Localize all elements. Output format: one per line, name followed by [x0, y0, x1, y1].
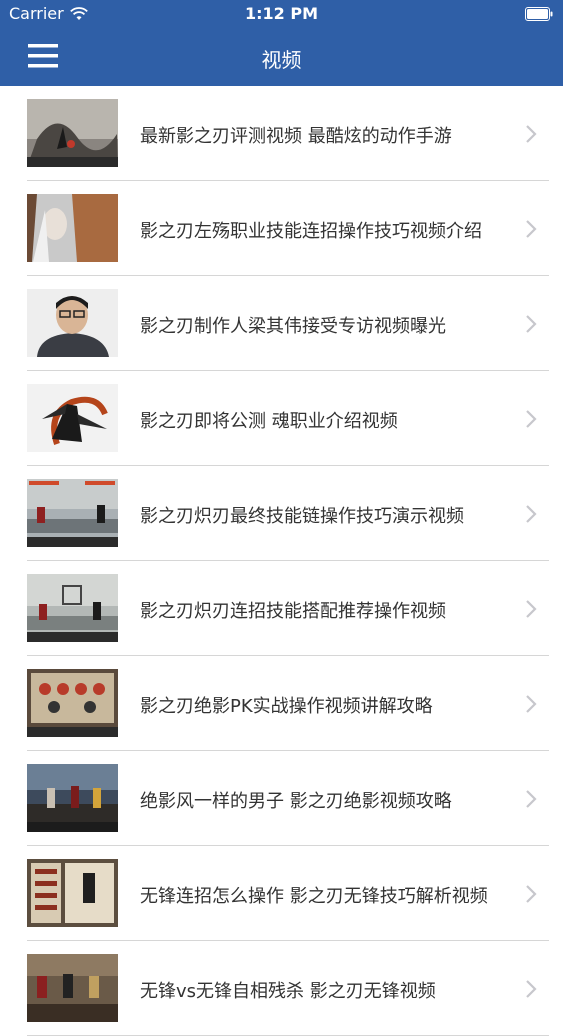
status-time: 1:12 PM: [244, 4, 318, 23]
chevron-right-icon: [526, 410, 537, 428]
video-thumbnail: [27, 194, 118, 262]
chevron-right-icon: [526, 980, 537, 998]
video-list-item[interactable]: 影之刃制作人梁其伟接受专访视频曝光: [0, 276, 563, 371]
video-thumbnail: [27, 954, 118, 1022]
chevron-right-icon: [526, 600, 537, 618]
video-title: 影之刃左殇职业技能连招操作技巧视频介绍: [140, 221, 482, 242]
battery-icon: [525, 7, 553, 21]
chevron-right-icon: [526, 695, 537, 713]
navigation-bar: 视频: [0, 28, 563, 86]
video-list-item[interactable]: 最新影之刃评测视频 最酷炫的动作手游: [0, 86, 563, 181]
status-bar: Carrier 1:12 PM: [0, 0, 563, 28]
chevron-right-icon: [526, 885, 537, 903]
video-thumbnail: [27, 859, 118, 927]
video-title: 影之刃制作人梁其伟接受专访视频曝光: [140, 316, 446, 337]
chevron-right-icon: [526, 315, 537, 333]
video-list-item[interactable]: 影之刃左殇职业技能连招操作技巧视频介绍: [0, 181, 563, 276]
video-thumbnail: [27, 384, 118, 452]
video-list: 最新影之刃评测视频 最酷炫的动作手游 影之刃左殇职业技能连招操作技巧视频介绍 影…: [0, 86, 563, 1036]
video-thumbnail: [27, 479, 118, 547]
video-thumbnail: [27, 669, 118, 737]
video-list-item[interactable]: 影之刃绝影PK实战操作视频讲解攻略: [0, 656, 563, 751]
video-title: 影之刃绝影PK实战操作视频讲解攻略: [140, 696, 433, 717]
video-title: 无锋vs无锋自相残杀 影之刃无锋视频: [140, 981, 436, 1002]
video-list-item[interactable]: 无锋连招怎么操作 影之刃无锋技巧解析视频: [0, 846, 563, 941]
video-list-item[interactable]: 无锋vs无锋自相残杀 影之刃无锋视频: [0, 941, 563, 1036]
video-title: 影之刃即将公测 魂职业介绍视频: [140, 411, 398, 432]
video-thumbnail: [27, 574, 118, 642]
chevron-right-icon: [526, 505, 537, 523]
video-list-item[interactable]: 影之刃炽刃连招技能搭配推荐操作视频: [0, 561, 563, 656]
video-title: 影之刃炽刃最终技能链操作技巧演示视频: [140, 506, 464, 527]
video-title: 最新影之刃评测视频 最酷炫的动作手游: [140, 126, 452, 147]
chevron-right-icon: [526, 125, 537, 143]
video-list-item[interactable]: 影之刃即将公测 魂职业介绍视频: [0, 371, 563, 466]
video-thumbnail: [27, 289, 118, 357]
video-title: 影之刃炽刃连招技能搭配推荐操作视频: [140, 601, 446, 622]
video-title: 绝影风一样的男子 影之刃绝影视频攻略: [140, 791, 452, 812]
video-title: 无锋连招怎么操作 影之刃无锋技巧解析视频: [140, 886, 488, 907]
video-thumbnail: [27, 99, 118, 167]
video-thumbnail: [27, 764, 118, 832]
chevron-right-icon: [526, 220, 537, 238]
video-list-item[interactable]: 绝影风一样的男子 影之刃绝影视频攻略: [0, 751, 563, 846]
chevron-right-icon: [526, 790, 537, 808]
video-list-item[interactable]: 影之刃炽刃最终技能链操作技巧演示视频: [0, 466, 563, 561]
page-title: 视频: [261, 48, 302, 72]
